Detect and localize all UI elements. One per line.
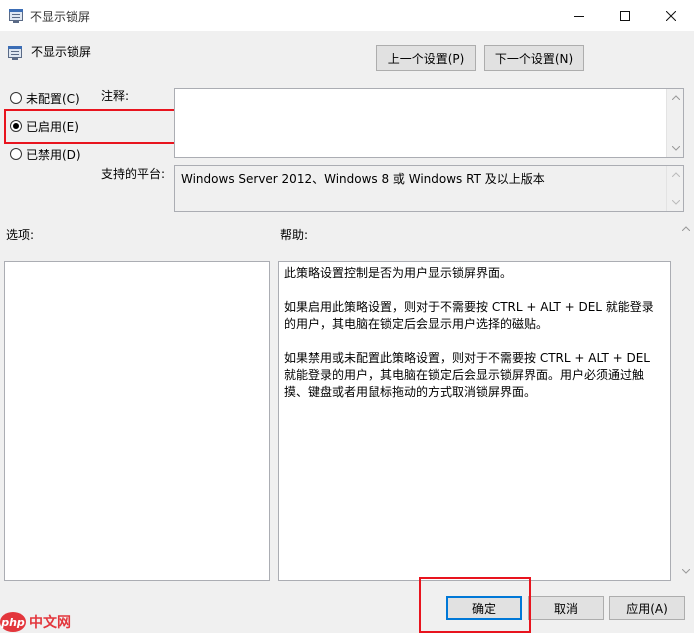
watermark-text: 中文网 (29, 615, 71, 631)
help-panel: 此策略设置控制是否为用户显示锁屏界面。 如果启用此策略设置，则对于不需要按 CT… (278, 261, 671, 581)
window-scrollbar[interactable] (677, 220, 694, 580)
radio-button[interactable] (10, 120, 22, 132)
radio-label: 已禁用(D) (26, 147, 81, 162)
scroll-up-icon[interactable] (667, 89, 684, 106)
help-paragraph: 如果禁用或未配置此策略设置，则对于不需要按 CTRL + ALT + DEL 就… (284, 351, 650, 399)
close-button[interactable] (648, 0, 694, 31)
options-label: 选项: (6, 228, 35, 242)
scroll-up-icon[interactable] (667, 166, 684, 183)
close-icon (666, 10, 676, 21)
comment-textarea[interactable] (174, 88, 684, 158)
title-bar: 不显示锁屏 (0, 0, 694, 31)
radio-enabled[interactable]: 已启用(E) (10, 117, 79, 135)
watermark-badge: php (0, 612, 26, 632)
ok-button[interactable]: 确定 (446, 596, 522, 620)
help-paragraph: 如果启用此策略设置，则对于不需要按 CTRL + ALT + DEL 就能登录的… (284, 300, 654, 331)
scroll-up-icon[interactable] (677, 220, 694, 237)
minimize-button[interactable] (556, 0, 602, 31)
radio-disabled[interactable]: 已禁用(D) (10, 145, 81, 163)
radio-not-configured[interactable]: 未配置(C) (10, 89, 80, 107)
platform-value: Windows Server 2012、Windows 8 或 Windows … (181, 172, 545, 186)
apply-button[interactable]: 应用(A) (609, 596, 685, 620)
next-setting-button[interactable]: 下一个设置(N) (484, 45, 584, 71)
comment-label: 注释: (101, 89, 130, 103)
platform-label: 支持的平台: (101, 167, 166, 181)
maximize-button[interactable] (602, 0, 648, 31)
minimize-icon (574, 15, 584, 17)
radio-button[interactable] (10, 148, 22, 160)
radio-button[interactable] (10, 92, 22, 104)
policy-name: 不显示锁屏 (31, 45, 92, 59)
scroll-down-icon[interactable] (667, 194, 684, 211)
window-title: 不显示锁屏 (30, 10, 91, 24)
maximize-icon (620, 10, 630, 21)
policy-setting-icon (7, 45, 23, 61)
help-label: 帮助: (280, 228, 309, 242)
platform-value-box: Windows Server 2012、Windows 8 或 Windows … (174, 165, 684, 212)
options-panel[interactable] (4, 261, 270, 581)
comment-scrollbar[interactable] (666, 89, 683, 157)
previous-setting-button[interactable]: 上一个设置(P) (376, 45, 476, 71)
platform-scrollbar[interactable] (666, 166, 683, 211)
scroll-down-icon[interactable] (667, 140, 684, 157)
radio-label: 已启用(E) (26, 119, 79, 134)
radio-label: 未配置(C) (26, 91, 80, 106)
scroll-down-icon[interactable] (677, 563, 694, 580)
watermark: php 中文网 (0, 612, 71, 632)
cancel-button[interactable]: 取消 (528, 596, 604, 620)
policy-window-icon (8, 8, 24, 24)
help-paragraph: 此策略设置控制是否为用户显示锁屏界面。 (284, 266, 513, 280)
